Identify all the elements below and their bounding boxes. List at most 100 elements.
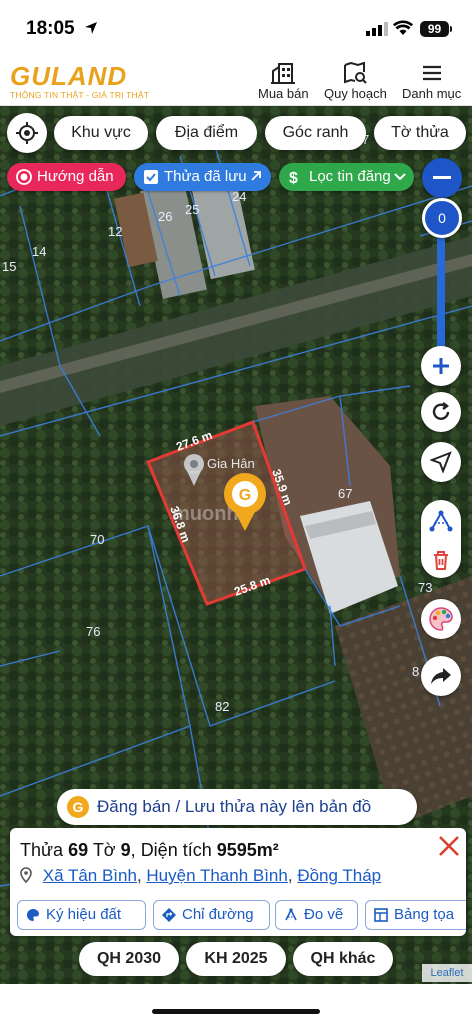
filter-listings-label: Lọc tin đăng: [309, 168, 391, 185]
map-search-icon: [344, 62, 368, 84]
sheet-number: 9: [120, 840, 131, 860]
plot-number-82: 82: [215, 699, 229, 714]
nav-danh-muc[interactable]: Danh mục: [402, 62, 461, 101]
chip-khu-vuc[interactable]: Khu vực: [54, 116, 148, 150]
nav-mua-ban[interactable]: Mua bán: [258, 62, 309, 101]
plot-number-15: 15: [2, 259, 16, 274]
parcel-info-card: Thửa 69 Tờ 9, Diện tích 9595m² Xã Tân Bì…: [10, 828, 466, 936]
province-link[interactable]: Đồng Tháp: [297, 866, 381, 885]
refresh-icon: [432, 402, 450, 420]
nav-mua-ban-label: Mua bán: [258, 86, 309, 101]
navigation-arrow-icon: [430, 451, 452, 473]
kh-2025-button[interactable]: KH 2025: [186, 942, 286, 976]
parcel-summary: Thửa 69 Tờ 9, Diện tích 9595m²: [20, 840, 279, 861]
refresh-button[interactable]: [421, 392, 461, 432]
nav-quy-hoach-label: Quy hoạch: [324, 86, 387, 101]
location-pin-icon: [20, 867, 32, 884]
nav-danh-muc-label: Danh mục: [402, 86, 462, 101]
guland-badge-icon: G: [67, 796, 89, 818]
leaflet-attribution[interactable]: Leaflet: [422, 964, 472, 982]
navigate-button[interactable]: [421, 442, 461, 482]
plot-number-70: 70: [90, 532, 104, 547]
logo-text: GULAND: [10, 61, 128, 91]
minus-icon: [433, 176, 451, 179]
address-separator-1: ,: [136, 866, 147, 885]
chip-goc-ranh[interactable]: Góc ranh: [265, 116, 366, 150]
zoom-out-button[interactable]: [422, 158, 462, 198]
qh-khac-button[interactable]: QH khác: [293, 942, 393, 976]
label-parcel: Thửa: [20, 840, 64, 860]
guland-logo[interactable]: GULAND THÔNG TIN THẬT - GIÁ TRỊ THẬT: [10, 63, 149, 100]
palette-button[interactable]: [421, 599, 461, 639]
guide-pill[interactable]: Hướng dẫn: [7, 163, 126, 191]
table-icon: [374, 908, 388, 922]
svg-text:G: G: [239, 487, 251, 504]
my-location-button[interactable]: [7, 113, 47, 153]
filter-listings-pill[interactable]: $ Lọc tin đăng: [279, 163, 414, 191]
palette-small-icon: [27, 909, 39, 921]
label-sheet: Tờ: [92, 840, 116, 860]
saved-parcels-label: Thửa đã lưu: [164, 168, 247, 185]
label-area: Diện tích: [140, 840, 212, 860]
measure-button[interactable]: Đo vẽ: [275, 900, 358, 930]
menu-icon: [422, 65, 441, 81]
plot-number-26: 26: [158, 209, 172, 224]
zoom-slider-knob[interactable]: 0: [422, 198, 462, 238]
cellular-signal-icon: [366, 22, 388, 36]
draw-tools-group: [421, 500, 461, 578]
post-parcel-banner[interactable]: G Đăng bán / Lưu thửa này lên bản đồ: [57, 789, 417, 825]
zoom-in-button[interactable]: [421, 346, 461, 386]
plus-icon: [433, 358, 449, 374]
directions-icon: [162, 908, 176, 922]
external-link-icon: [251, 171, 261, 181]
coordinates-table-button[interactable]: Bảng tọa: [365, 900, 466, 930]
dollar-icon: $: [289, 170, 298, 185]
crosshair-icon: [16, 122, 38, 144]
bottom-safe-area: [0, 984, 472, 1024]
directions-button[interactable]: Chỉ đường: [153, 900, 270, 930]
checkbox-icon: [144, 170, 158, 184]
parcel-area: 9595m²: [216, 840, 279, 860]
share-arrow-icon: [431, 668, 451, 684]
marker-label: Gia Hân: [207, 456, 255, 471]
chip-dia-diem[interactable]: Địa điểm: [156, 116, 257, 150]
building-icon: [271, 63, 296, 84]
home-indicator[interactable]: [152, 1009, 320, 1014]
app-header: GULAND THÔNG TIN THẬT - GIÁ TRỊ THẬT Mua…: [0, 54, 472, 106]
measure-icon: [285, 908, 297, 921]
plot-number-12: 12: [108, 224, 122, 239]
plot-number-14: 14: [32, 244, 46, 259]
status-bar: 18:05 99: [0, 0, 472, 54]
palette-icon: [429, 607, 453, 631]
commune-link[interactable]: Xã Tân Bình: [43, 866, 137, 885]
plot-number-8: 8: [412, 664, 419, 679]
parcel-address: Xã Tân Bình, Huyện Thanh Bình, Đồng Tháp: [20, 866, 381, 886]
trash-icon[interactable]: [432, 550, 450, 570]
chip-to-thua[interactable]: Tờ thửa: [374, 116, 466, 150]
post-parcel-label: Đăng bán / Lưu thửa này lên bản đồ: [97, 797, 372, 816]
measure-label: Đo vẽ: [304, 906, 344, 923]
plot-number-25: 25: [185, 202, 199, 217]
qh-2030-button[interactable]: QH 2030: [79, 942, 179, 976]
svg-text:$: $: [289, 170, 298, 185]
play-circle-icon: [16, 169, 32, 185]
location-arrow-icon: [85, 22, 97, 34]
coordinates-table-label: Bảng tọa: [394, 906, 455, 923]
plot-number-76: 76: [86, 624, 100, 639]
wifi-icon: [393, 20, 413, 35]
status-time: 18:05: [26, 18, 75, 39]
land-symbol-label: Ký hiệu đất: [46, 906, 122, 923]
guide-pill-label: Hướng dẫn: [37, 168, 114, 185]
nav-quy-hoach[interactable]: Quy hoạch: [324, 62, 387, 101]
district-link[interactable]: Huyện Thanh Bình: [146, 866, 287, 885]
plot-number-24: 24: [232, 189, 246, 204]
land-symbol-button[interactable]: Ký hiệu đất: [17, 900, 146, 930]
saved-parcels-pill[interactable]: Thửa đã lưu: [134, 163, 271, 191]
address-separator-2: ,: [287, 866, 298, 885]
close-icon[interactable]: [437, 834, 461, 858]
chevron-down-icon: [394, 173, 406, 181]
directions-label: Chỉ đường: [182, 906, 254, 923]
share-button[interactable]: [421, 656, 461, 696]
measure-draw-icon[interactable]: [428, 509, 454, 533]
comma-separator: ,: [130, 840, 136, 860]
